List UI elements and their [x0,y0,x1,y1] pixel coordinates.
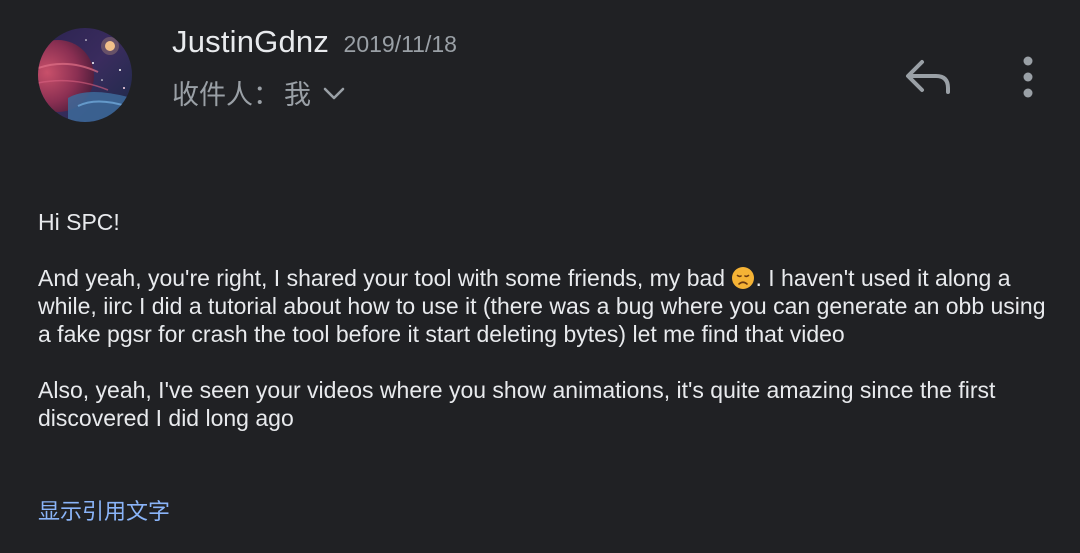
reply-icon [906,60,950,94]
recipient-label: 收件人： [172,79,280,111]
recipient-value: 我 [284,79,311,111]
chevron-down-icon[interactable] [323,87,345,106]
email-message-view: JustinGdnz 2019/11/18 收件人： 我 Hi SPC! And… [0,0,1080,553]
message-paragraph-1-text-start: And yeah, you're right, I shared your to… [38,265,732,291]
sender-name[interactable]: JustinGdnz [172,24,329,59]
disappointed-face-emoji [731,266,755,290]
message-greeting: Hi SPC! [38,209,120,235]
more-options-button[interactable] [1010,54,1046,100]
message-date: 2019/11/18 [343,31,457,57]
reply-button[interactable] [902,56,956,100]
message-body: Hi SPC! And yeah, you're right, I shared… [38,208,1048,460]
more-vert-icon [1023,56,1033,98]
message-paragraph-2: Also, yeah, I've seen your videos where … [38,377,996,431]
sender-line: JustinGdnz 2019/11/18 [172,24,457,68]
message-paragraph-1: And yeah, you're right, I shared your to… [38,264,1048,348]
recipient-details-toggle[interactable]: 收件人： 我 [172,72,345,112]
show-quoted-text-link[interactable]: 显示引用文字 [38,494,170,526]
sender-avatar[interactable] [38,28,132,122]
avatar-image [38,28,132,122]
